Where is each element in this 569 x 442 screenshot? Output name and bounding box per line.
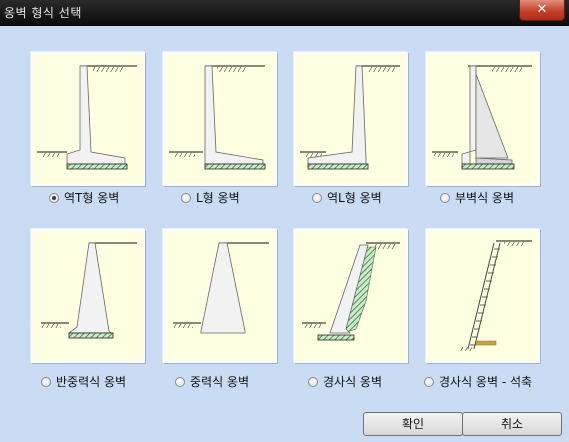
inverted-t-wall-thumbnail[interactable]	[31, 52, 145, 186]
inclined-stone-wall-diagram	[460, 240, 532, 351]
inverted-t-wall-diagram	[37, 65, 137, 170]
close-button[interactable]: ✕	[519, 0, 565, 21]
radio-gravity-wall[interactable]	[175, 376, 185, 387]
inclined-wall-diagram	[302, 242, 400, 341]
option-label-row[interactable]: 경사식 옹벽 - 석축	[424, 373, 532, 390]
window-title: 옹벽 형식 선택	[4, 6, 82, 20]
radio-inverted-t-wall[interactable]	[49, 192, 59, 203]
option-label: 중력식 옹벽	[190, 375, 250, 389]
option-label-row[interactable]: 역T형 옹벽	[49, 189, 119, 206]
close-icon: ✕	[536, 2, 548, 17]
dialog-content: 역T형 옹벽 L형 옹벽 역L형 옹벽 부벽식 옹벽 반중력식 옹벽 중력식 옹…	[0, 26, 569, 442]
title-bar: 옹벽 형식 선택 ✕	[0, 0, 569, 26]
radio-inclined-wall[interactable]	[308, 376, 318, 387]
option-label: 반중력식 옹벽	[56, 375, 127, 389]
option-label-row[interactable]: 부벽식 옹벽	[440, 189, 514, 206]
semi-gravity-wall-diagram	[41, 242, 137, 339]
ok-button[interactable]: 확인	[363, 412, 463, 436]
option-label: L형 옹벽	[196, 191, 240, 205]
option-label: 부벽식 옹벽	[455, 191, 515, 205]
counterfort-wall-diagram	[432, 65, 532, 170]
semi-gravity-wall-thumbnail[interactable]	[31, 229, 145, 363]
counterfort-wall-thumbnail[interactable]	[426, 52, 540, 186]
gravity-wall-thumbnail[interactable]	[163, 229, 277, 363]
radio-inverted-l-wall[interactable]	[312, 192, 322, 203]
inclined-stone-wall-thumbnail[interactable]	[426, 229, 540, 363]
option-label-row[interactable]: L형 옹벽	[181, 189, 240, 206]
inverted-l-wall-diagram	[300, 65, 400, 170]
option-label: 경사식 옹벽 - 석축	[439, 375, 533, 389]
option-label-row[interactable]: 중력식 옹벽	[175, 373, 249, 390]
option-label-row[interactable]: 역L형 옹벽	[312, 189, 382, 206]
inverted-l-wall-thumbnail[interactable]	[294, 52, 408, 186]
option-label: 경사식 옹벽	[323, 375, 383, 389]
option-label-row[interactable]: 경사식 옹벽	[308, 373, 382, 390]
option-label-row[interactable]: 반중력식 옹벽	[41, 373, 126, 390]
radio-l-wall[interactable]	[181, 192, 191, 203]
gravity-wall-diagram	[173, 242, 269, 334]
l-wall-thumbnail[interactable]	[163, 52, 277, 186]
radio-semi-gravity-wall[interactable]	[41, 376, 51, 387]
radio-counterfort-wall[interactable]	[440, 192, 450, 203]
option-label: 역T형 옹벽	[64, 191, 120, 205]
inclined-wall-thumbnail[interactable]	[294, 229, 408, 363]
l-wall-diagram	[169, 65, 266, 170]
cancel-button[interactable]: 취소	[462, 412, 562, 436]
radio-inclined-stone-wall[interactable]	[424, 376, 434, 387]
option-label: 역L형 옹벽	[327, 191, 382, 205]
